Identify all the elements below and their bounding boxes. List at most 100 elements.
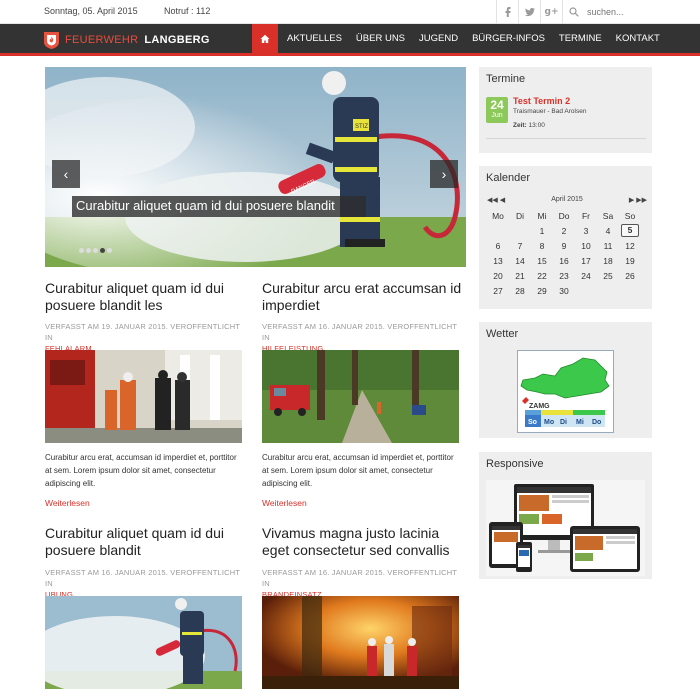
nav-item-termine[interactable]: TERMINE — [552, 24, 609, 53]
calendar-day[interactable]: 2 — [553, 223, 575, 238]
article-meta-text: VERFASST AM 16. JANUAR 2015. VEROFFENTLI… — [45, 568, 241, 588]
weather-day-label: So — [528, 419, 537, 426]
calendar-day[interactable]: 21 — [509, 268, 531, 283]
calendar-day[interactable]: 11 — [597, 238, 619, 253]
calendar-day[interactable]: 19 — [619, 253, 641, 268]
calendar-day[interactable]: 29 — [531, 283, 553, 298]
divider — [486, 138, 646, 139]
calendar-day-label: 16 — [559, 255, 569, 266]
calendar-day[interactable]: 28 — [509, 283, 531, 298]
home-icon — [260, 34, 270, 43]
calendar-day[interactable]: 8 — [531, 238, 553, 253]
responsive-devices-image — [486, 480, 645, 576]
nav-item-buerger-infos[interactable]: BÜRGER-INFOS — [465, 24, 552, 53]
article-image[interactable] — [262, 350, 459, 443]
article-title[interactable]: Curabitur aliquet quam id dui posuere bl… — [45, 525, 250, 559]
calendar-day-empty — [597, 283, 619, 298]
slider-prev-button[interactable]: ‹ — [52, 160, 80, 188]
calendar-day-empty — [619, 283, 641, 298]
home-button[interactable] — [252, 24, 278, 53]
calendar-day[interactable]: 16 — [553, 253, 575, 268]
calendar-day[interactable]: 10 — [575, 238, 597, 253]
read-more-link[interactable]: Weiterlesen — [262, 498, 307, 508]
calendar-grid: Mo Di Mi Do Fr Sa So 1 2 3 4 5 6 7 8 9 10 11 12 13 14… — [487, 208, 641, 298]
calendar-day-label: 20 — [493, 270, 503, 281]
calendar-day[interactable]: 7 — [509, 238, 531, 253]
site-logo[interactable]: FEUERWEHR LANGBERG — [44, 30, 210, 50]
article-title[interactable]: Curabitur arcu erat accumsan id imperdie… — [262, 280, 467, 314]
event-time-label: Zeit: — [513, 122, 527, 129]
article-title[interactable]: Curabitur aliquet quam id dui posuere bl… — [45, 280, 250, 314]
nav-item-ueber-uns[interactable]: ÜBER UNS — [349, 24, 412, 53]
slider-dot-active[interactable] — [100, 248, 105, 253]
calendar-day[interactable]: 24 — [575, 268, 597, 283]
slider-dot[interactable] — [107, 248, 112, 253]
weekday-label: Fr — [581, 210, 591, 221]
emergency-number: Notruf : 112 — [164, 6, 211, 16]
calendar-day-label: 14 — [515, 255, 525, 266]
calendar-day-empty — [487, 223, 509, 238]
weather-map-austria[interactable]: ZAMG So Mo Di Mi Do — [517, 350, 614, 433]
slider-caption[interactable]: Curabitur aliquet quam id dui posuere bl… — [72, 196, 366, 217]
calendar-day[interactable]: 13 — [487, 253, 509, 268]
twitter-icon[interactable] — [518, 0, 540, 24]
search-input[interactable] — [587, 7, 687, 17]
read-more-link[interactable]: Weiterlesen — [45, 498, 90, 508]
calendar-day-label: 11 — [603, 240, 613, 251]
calendar-day[interactable]: 3 — [575, 223, 597, 238]
search-icon[interactable] — [569, 7, 579, 17]
calendar-day-label: 10 — [581, 240, 591, 251]
event-title[interactable]: Test Termin 2 — [513, 96, 570, 106]
image-slider: STIZ DANGER ‹ › Curabitur aliquet quam i… — [45, 67, 466, 267]
calendar-day[interactable]: 23 — [553, 268, 575, 283]
nav-item-aktuelles[interactable]: AKTUELLES — [280, 24, 349, 53]
calendar-next-button[interactable]: ▶ ▶▶ — [629, 196, 647, 204]
calendar-day-label: 15 — [537, 255, 547, 266]
calendar-day[interactable]: 6 — [487, 238, 509, 253]
weather-day-label: Di — [560, 419, 567, 426]
search-box — [562, 0, 700, 24]
calendar-day[interactable]: 30 — [553, 283, 575, 298]
slider-pagination — [79, 248, 114, 253]
calendar-day[interactable]: 12 — [619, 238, 641, 253]
calendar-day-label: 3 — [583, 225, 589, 236]
article-image[interactable] — [45, 596, 242, 689]
slider-dot[interactable] — [93, 248, 98, 253]
slider-dot[interactable] — [86, 248, 91, 253]
calendar-day[interactable]: 18 — [597, 253, 619, 268]
calendar-day-label: 7 — [517, 240, 523, 251]
calendar-week: 20 21 22 23 24 25 26 — [487, 268, 641, 283]
brand-name-first: FEUERWEHR — [65, 34, 139, 46]
nav-item-jugend[interactable]: JUGEND — [412, 24, 465, 53]
calendar-day[interactable]: 20 — [487, 268, 509, 283]
calendar-day[interactable]: 27 — [487, 283, 509, 298]
slider-next-button[interactable]: › — [430, 160, 458, 188]
calendar-day[interactable]: 9 — [553, 238, 575, 253]
calendar-day[interactable]: 1 — [531, 223, 553, 238]
article-image-firefighters — [45, 350, 242, 443]
article-image[interactable] — [45, 350, 242, 443]
calendar-day[interactable]: 15 — [531, 253, 553, 268]
calendar-day[interactable]: 22 — [531, 268, 553, 283]
nav-item-kontakt[interactable]: KONTAKT — [609, 24, 667, 53]
calendar-day[interactable]: 17 — [575, 253, 597, 268]
facebook-icon[interactable] — [496, 0, 518, 24]
calendar-day-label: 6 — [495, 240, 501, 251]
calendar-day[interactable]: 25 — [597, 268, 619, 283]
calendar-day[interactable]: 26 — [619, 268, 641, 283]
fire-department-logo-icon — [44, 31, 59, 49]
slider-dot[interactable] — [79, 248, 84, 253]
article-title[interactable]: Vivamus magna justo lacinia eget consect… — [262, 525, 467, 559]
article-excerpt: Curabitur arcu erat, accumsan id imperdi… — [45, 453, 237, 488]
calendar-day[interactable]: 4 — [597, 223, 619, 238]
calendar-day-empty — [509, 223, 531, 238]
weekday-label: Mo — [492, 210, 504, 221]
article-image[interactable] — [262, 596, 459, 689]
calendar-month-label: April 2015 — [551, 196, 583, 203]
weather-day-label: Mo — [544, 419, 554, 426]
article-meta-text: VERFASST AM 16. JANUAR 2015. VEROFFENTLI… — [262, 322, 458, 342]
calendar-day-today[interactable]: 5 — [619, 223, 641, 238]
calendar-day-label: 13 — [493, 255, 503, 266]
calendar-day[interactable]: 14 — [509, 253, 531, 268]
google-plus-icon[interactable]: g+ — [540, 0, 562, 24]
